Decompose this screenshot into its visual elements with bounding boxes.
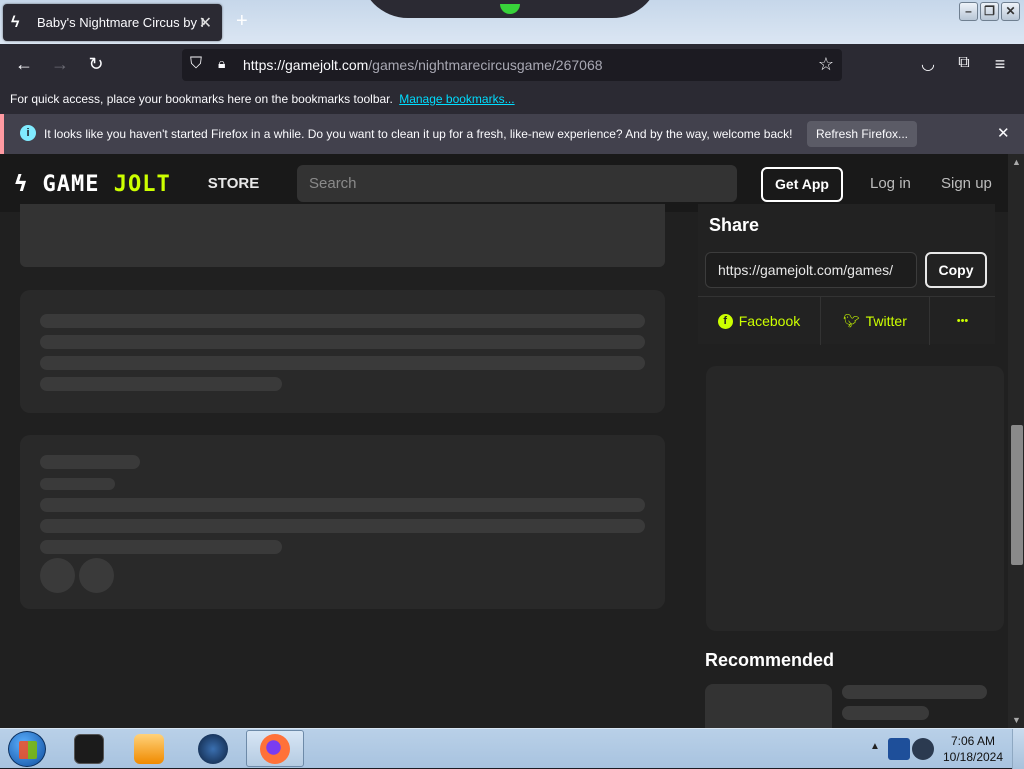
- skeleton-line: [40, 377, 282, 391]
- get-app-button[interactable]: Get App: [761, 167, 843, 202]
- social-share-row: f Facebook 🐦︎ Twitter •••: [698, 296, 995, 345]
- windows-taskbar: ▲ 7:06 AM 10/18/2024: [0, 728, 1024, 769]
- skeleton-line: [842, 685, 987, 699]
- more-share-button[interactable]: •••: [930, 297, 995, 345]
- skeleton-avatar: [79, 558, 114, 593]
- media-player-icon: [134, 733, 164, 764]
- wallpaper-notch: [360, 0, 660, 18]
- lock-icon[interactable]: 🔒︎: [218, 55, 225, 72]
- skeleton-line: [40, 540, 282, 554]
- scroll-thumb[interactable]: [1011, 425, 1023, 565]
- menu-icon[interactable]: ≡: [989, 54, 1011, 75]
- search-input[interactable]: Search: [297, 165, 737, 202]
- skeleton-line: [40, 356, 645, 370]
- loading-media-placeholder: [20, 204, 665, 267]
- browser-tab[interactable]: ϟ Baby's Nightmare Circus by Mi ✕: [3, 4, 222, 41]
- lightning-bolt-icon: ϟ: [14, 172, 29, 197]
- ad-placeholder: [706, 366, 1004, 631]
- gamejolt-logo[interactable]: ϟ GAME JOLT: [14, 172, 171, 197]
- browser-title-bar: ϟ Baby's Nightmare Circus by Mi ✕ + – ❐ …: [0, 0, 1024, 44]
- tray-expand-icon[interactable]: ▲: [870, 741, 880, 752]
- skeleton-line: [40, 455, 140, 469]
- start-button[interactable]: [8, 731, 46, 767]
- url-bar[interactable]: ⛉ 🔒︎ https://gamejolt.com/games/nightmar…: [182, 49, 842, 81]
- navigation-bar: ← → ↻ ⛉ 🔒︎ https://gamejolt.com/games/ni…: [0, 44, 1024, 86]
- info-icon: i: [20, 125, 36, 141]
- login-link[interactable]: Log in: [870, 175, 911, 192]
- tab-title: Baby's Nightmare Circus by Mi: [37, 15, 205, 30]
- volume-icon[interactable]: [912, 738, 934, 760]
- firefox-icon: [260, 733, 290, 764]
- notification-message: It looks like you haven't started Firefo…: [44, 127, 793, 141]
- facebook-share-button[interactable]: f Facebook: [698, 297, 820, 345]
- recommended-thumbnail-placeholder: [705, 684, 832, 728]
- skeleton-line: [40, 314, 645, 328]
- close-window-icon[interactable]: ✕: [1001, 2, 1020, 21]
- share-title: Share: [709, 215, 760, 235]
- refresh-firefox-button[interactable]: Refresh Firefox...: [807, 121, 917, 147]
- skeleton-line: [40, 335, 645, 349]
- reload-icon[interactable]: ↻: [85, 54, 107, 75]
- forward-arrow-icon[interactable]: →: [49, 54, 71, 75]
- taskbar-app-3[interactable]: [184, 730, 242, 767]
- copy-button[interactable]: Copy: [925, 252, 987, 288]
- pocket-icon[interactable]: ◡: [917, 54, 939, 74]
- globe-icon: [198, 733, 228, 764]
- bookmark-star-icon[interactable]: ☆: [818, 54, 834, 75]
- taskbar-clock[interactable]: 7:06 AM 10/18/2024: [938, 733, 1008, 765]
- scroll-up-icon[interactable]: ▲: [1012, 157, 1021, 167]
- share-url-input[interactable]: https://gamejolt.com/games/: [705, 252, 917, 288]
- network-icon[interactable]: [888, 738, 910, 760]
- extensions-icon[interactable]: ⧉: [953, 54, 975, 72]
- bookmarks-hint: For quick access, place your bookmarks h…: [10, 92, 393, 106]
- minimize-icon[interactable]: –: [959, 2, 978, 21]
- taskbar-app-1[interactable]: [60, 730, 118, 767]
- recommended-heading: Recommended: [705, 650, 835, 670]
- gamejolt-favicon-icon: ϟ: [11, 13, 20, 31]
- twitter-icon: 🐦︎: [843, 313, 860, 328]
- close-tab-icon[interactable]: ✕: [199, 13, 212, 33]
- skeleton-line: [40, 478, 115, 490]
- skeleton-line: [40, 498, 645, 512]
- refresh-firefox-notification: i It looks like you haven't started Fire…: [0, 114, 1024, 154]
- shield-icon[interactable]: ⛉: [190, 55, 202, 73]
- skeleton-avatar: [40, 558, 75, 593]
- bookmarks-toolbar: For quick access, place your bookmarks h…: [0, 86, 1024, 114]
- scroll-down-icon[interactable]: ▼: [1012, 715, 1021, 725]
- restore-icon[interactable]: ❐: [980, 2, 999, 21]
- vertical-scrollbar[interactable]: ▲ ▼: [1008, 154, 1024, 728]
- show-desktop-button[interactable]: [1012, 729, 1024, 769]
- skeleton-line: [842, 706, 929, 720]
- facebook-icon: f: [717, 313, 733, 329]
- signup-link[interactable]: Sign up: [941, 175, 992, 192]
- windows-logo-icon: [19, 741, 37, 759]
- new-tab-icon[interactable]: +: [236, 10, 248, 33]
- app-icon: [74, 733, 104, 764]
- twitter-share-button[interactable]: 🐦︎ Twitter: [821, 297, 929, 345]
- back-arrow-icon[interactable]: ←: [13, 54, 35, 75]
- loading-comment-card: [20, 435, 665, 609]
- taskbar-media-player[interactable]: [120, 730, 178, 767]
- manage-bookmarks-link[interactable]: Manage bookmarks...: [399, 92, 514, 106]
- skeleton-line: [40, 519, 645, 533]
- url-text[interactable]: https://gamejolt.com/games/nightmarecirc…: [243, 57, 603, 73]
- taskbar-firefox[interactable]: [246, 730, 304, 767]
- page-content: ϟ GAME JOLT STORE Search Get App Log in …: [0, 154, 1008, 728]
- loading-description-card: [20, 290, 665, 413]
- window-controls: – ❐ ✕: [959, 2, 1020, 21]
- close-notification-icon[interactable]: ✕: [997, 124, 1010, 142]
